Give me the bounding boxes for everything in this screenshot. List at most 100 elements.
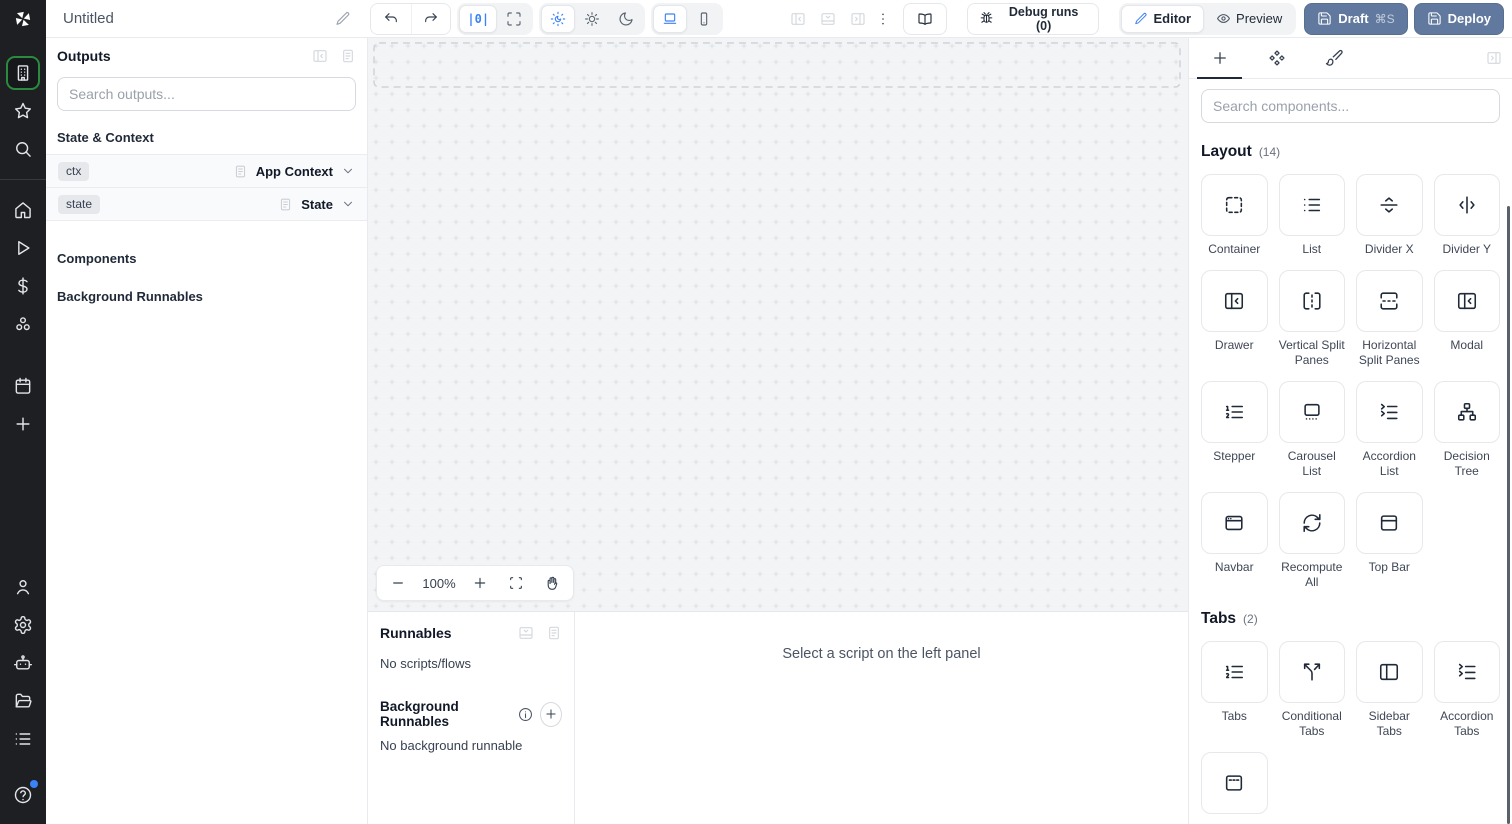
component-tile-top-bar[interactable]: Top Bar xyxy=(1356,492,1423,590)
panel-right-icon xyxy=(850,11,866,27)
fit-canvas-button[interactable] xyxy=(498,568,534,598)
redo-button[interactable] xyxy=(410,3,451,34)
chevron-down-icon[interactable] xyxy=(341,197,355,211)
rail-item-runs[interactable] xyxy=(6,231,40,265)
rename-button[interactable] xyxy=(330,5,356,33)
zoom-level: 100% xyxy=(422,575,456,591)
component-tile-tabs[interactable]: Tabs xyxy=(1201,641,1268,739)
rail-item-resources[interactable] xyxy=(6,307,40,341)
component-tile-accordion-tabs[interactable]: Accordion Tabs xyxy=(1433,641,1500,739)
rail-item-apps[interactable] xyxy=(6,56,40,90)
drawer-icon xyxy=(1223,290,1245,312)
accordion-tabs-icon xyxy=(1456,661,1478,683)
tab-component-settings[interactable] xyxy=(1248,38,1305,78)
collapse-outputs-icon[interactable] xyxy=(312,48,328,64)
chevron-down-icon[interactable] xyxy=(341,164,355,178)
deploy-button[interactable]: Deploy xyxy=(1413,2,1504,35)
rail-item-logs[interactable] xyxy=(6,722,40,756)
rail-item-home[interactable] xyxy=(6,193,40,227)
smartphone-icon xyxy=(696,11,712,27)
sun-icon xyxy=(584,11,600,27)
component-tile-sidebar-tabs[interactable]: Sidebar Tabs xyxy=(1356,641,1423,739)
theme-light-button[interactable] xyxy=(575,5,609,33)
component-tile-divider-y[interactable]: Divider Y xyxy=(1433,174,1500,257)
component-tile-list[interactable]: List xyxy=(1278,174,1345,257)
app-title[interactable]: Untitled xyxy=(63,10,330,27)
undo-button[interactable] xyxy=(370,3,411,34)
theme-dark-button[interactable] xyxy=(609,5,643,33)
add-background-runnable-button[interactable] xyxy=(540,701,562,727)
toggle-right-panel-button[interactable] xyxy=(845,6,871,32)
rail-item-users[interactable] xyxy=(6,570,40,604)
bug-icon xyxy=(979,11,994,26)
component-tile-container[interactable]: Container xyxy=(1201,174,1268,257)
state-context-heading: State & Context xyxy=(57,130,154,145)
components-panel-scrollbar[interactable] xyxy=(1507,206,1510,824)
collapse-runnables-icon[interactable] xyxy=(518,625,534,641)
help-circle-icon xyxy=(13,785,33,805)
plus-icon xyxy=(472,575,488,591)
rail-item-add[interactable] xyxy=(6,407,40,441)
more-menu-button[interactable] xyxy=(871,5,895,33)
zoom-reset-button[interactable]: |0| xyxy=(459,4,498,33)
component-tile-decision-tree[interactable]: Decision Tree xyxy=(1433,381,1500,479)
component-tile-partial[interactable] xyxy=(1201,752,1268,820)
component-tile-accordion-list[interactable]: Accordion List xyxy=(1356,381,1423,479)
panel-toggles-group xyxy=(785,6,871,32)
search-outputs-input[interactable] xyxy=(57,77,356,111)
desktop-view-button[interactable] xyxy=(653,4,688,33)
fit-view-button[interactable] xyxy=(497,5,531,33)
output-row-ctx[interactable]: ctx App Context xyxy=(46,155,367,188)
toggle-bottom-panel-button[interactable] xyxy=(815,6,841,32)
component-tile-divider-x[interactable]: Divider X xyxy=(1356,174,1423,257)
modal-icon xyxy=(1456,290,1478,312)
mobile-view-button[interactable] xyxy=(687,5,721,33)
debug-runs-button[interactable]: Debug runs (0) xyxy=(966,2,1100,35)
output-row-state[interactable]: state State xyxy=(46,188,367,221)
component-tile-vertical-split-panes[interactable]: Vertical Split Panes xyxy=(1278,270,1345,368)
rail-item-schedules[interactable] xyxy=(6,369,40,403)
component-tile-stepper[interactable]: Stepper xyxy=(1201,381,1268,479)
zoom-in-button[interactable] xyxy=(462,568,498,598)
tab-styling[interactable] xyxy=(1305,38,1362,78)
runnables-title: Runnables xyxy=(380,625,452,641)
search-components-input[interactable] xyxy=(1201,89,1500,123)
docs-button[interactable] xyxy=(902,2,947,35)
rail-item-favorites[interactable] xyxy=(6,94,40,128)
gear-icon xyxy=(13,615,33,635)
theme-auto-button[interactable] xyxy=(541,4,576,33)
rail-item-help[interactable] xyxy=(6,778,40,812)
preview-tab[interactable]: Preview xyxy=(1204,5,1294,33)
component-tile-carousel-list[interactable]: Carousel List xyxy=(1278,381,1345,479)
redo-icon xyxy=(423,11,439,27)
component-tile-modal[interactable]: Modal xyxy=(1433,270,1500,368)
canvas-grid xyxy=(368,38,1188,611)
component-tile-conditional-tabs[interactable]: Conditional Tabs xyxy=(1278,641,1345,739)
outputs-doc-icon[interactable] xyxy=(340,48,356,64)
component-tile-horizontal-split-panes[interactable]: Horizontal Split Panes xyxy=(1356,270,1423,368)
output-type-label: App Context xyxy=(255,163,333,179)
collapse-components-panel-icon[interactable] xyxy=(1486,50,1502,66)
zoom-out-button[interactable] xyxy=(380,568,416,598)
bot-icon xyxy=(13,653,33,673)
rail-item-variables[interactable] xyxy=(6,269,40,303)
building-icon xyxy=(13,63,33,83)
windmill-logo-icon[interactable] xyxy=(0,0,46,38)
component-tile-recompute-all[interactable]: Recompute All xyxy=(1278,492,1345,590)
editor-tab[interactable]: Editor xyxy=(1121,4,1205,33)
rail-item-folders[interactable] xyxy=(6,684,40,718)
component-tile-drawer[interactable]: Drawer xyxy=(1201,270,1268,368)
components-list: Layout (14) Container List Divider X Div… xyxy=(1189,123,1512,824)
runnables-doc-icon[interactable] xyxy=(546,625,562,641)
rail-item-settings[interactable] xyxy=(6,608,40,642)
component-tile-navbar[interactable]: Navbar xyxy=(1201,492,1268,590)
background-runnables-title: Background Runnables xyxy=(380,699,459,729)
rail-item-search[interactable] xyxy=(6,132,40,166)
rail-item-workers[interactable] xyxy=(6,646,40,680)
outputs-panel: Outputs State & Context ctx xyxy=(46,38,368,824)
app-canvas[interactable]: 100% xyxy=(368,38,1188,612)
toggle-left-panel-button[interactable] xyxy=(785,6,811,32)
tab-insert-component[interactable] xyxy=(1191,38,1248,79)
draft-button[interactable]: Draft ⌘S xyxy=(1304,2,1408,35)
pan-mode-button[interactable] xyxy=(534,568,570,598)
